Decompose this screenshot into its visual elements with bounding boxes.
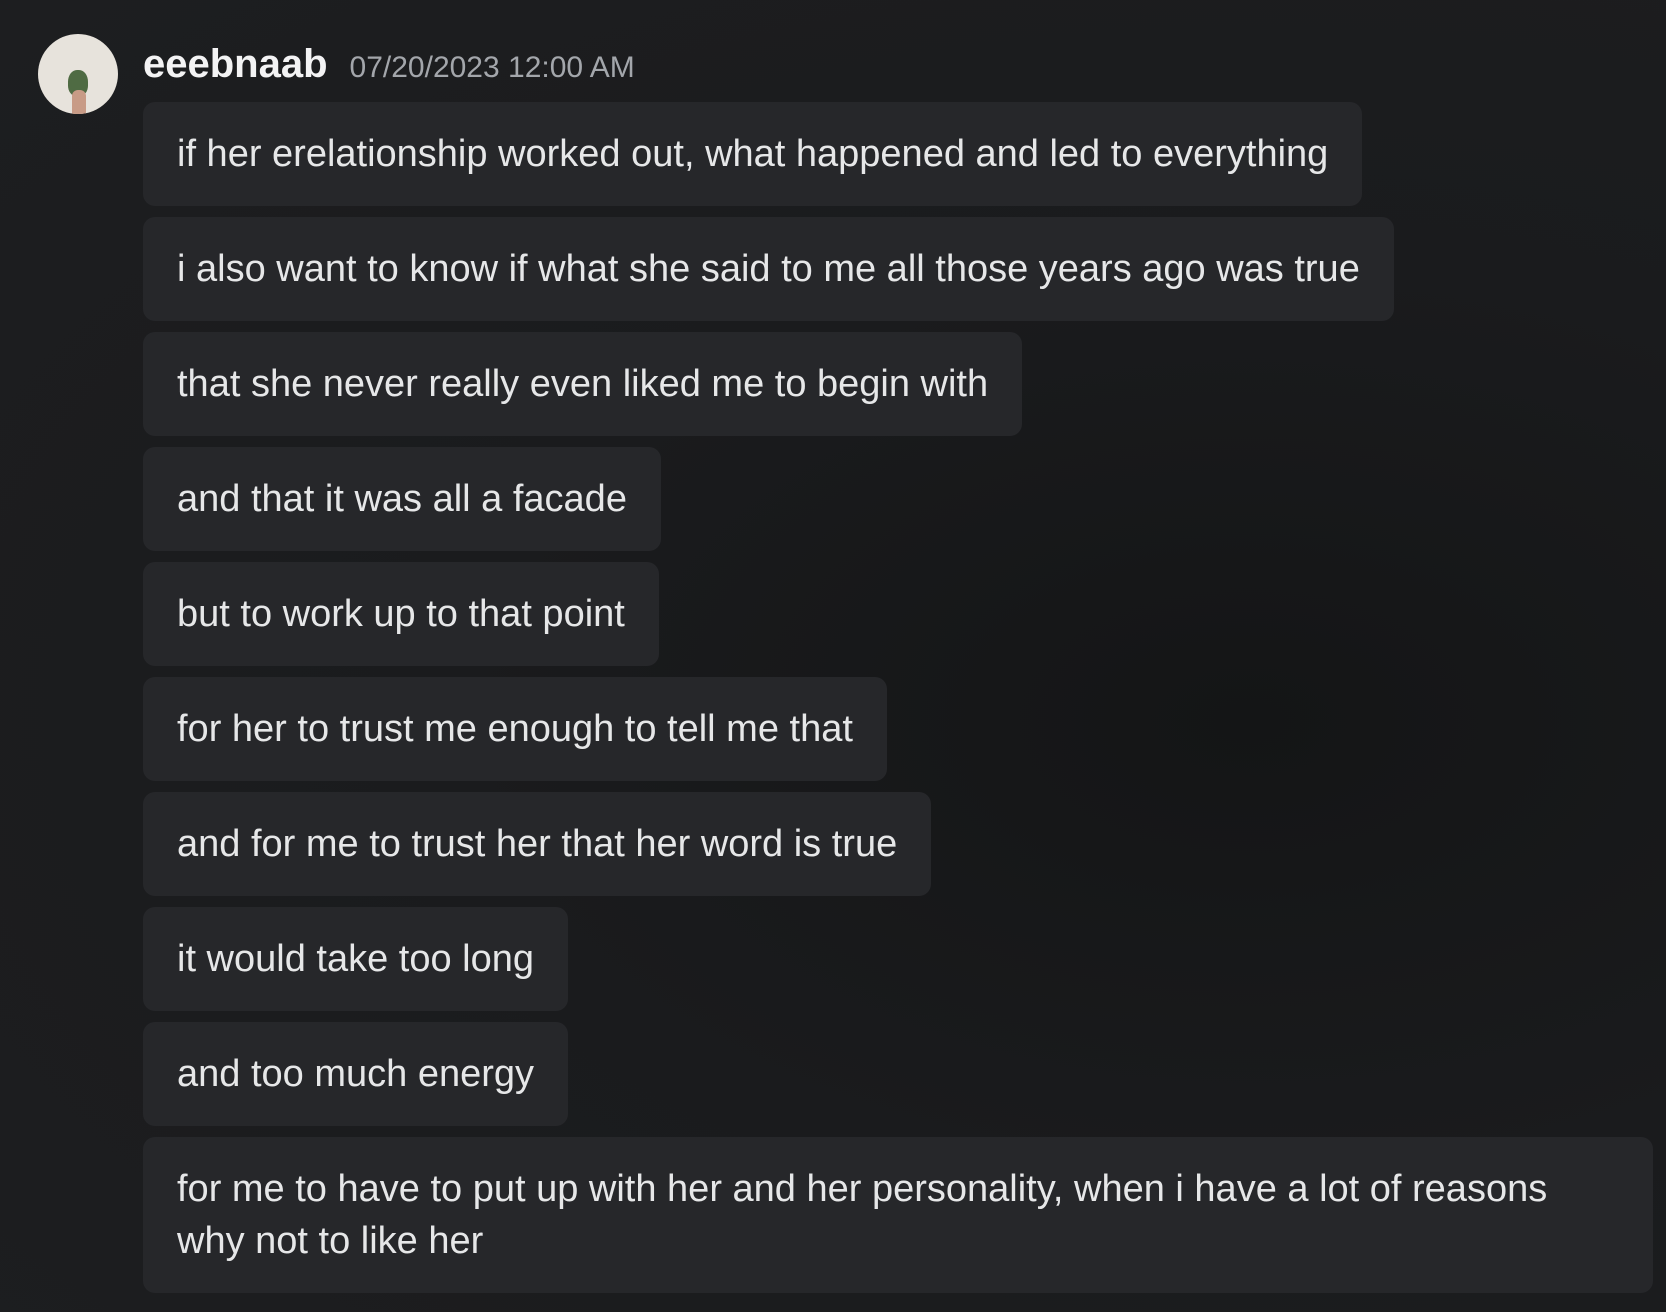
finger-icon xyxy=(72,90,86,114)
message-bubble[interactable]: that she never really even liked me to b… xyxy=(143,332,1023,436)
message-bubble[interactable]: for her to trust me enough to tell me th… xyxy=(143,677,887,781)
message-list: if her erelationship worked out, what ha… xyxy=(143,102,1653,1304)
message-bubble[interactable]: if her erelationship worked out, what ha… xyxy=(143,102,1363,206)
message-bubble[interactable]: but to work up to that point xyxy=(143,562,659,666)
message-bubble[interactable]: i also want to know if what she said to … xyxy=(143,217,1394,321)
message-bubble[interactable]: it would take too long xyxy=(143,907,569,1011)
message-bubble[interactable]: and too much energy xyxy=(143,1022,569,1126)
chat-view: eeebnaab 07/20/2023 12:00 AM if her erel… xyxy=(0,0,1666,1312)
avatar[interactable] xyxy=(38,34,118,114)
username[interactable]: eeebnaab xyxy=(143,36,328,92)
message-bubble[interactable]: for me to have to put up with her and he… xyxy=(143,1137,1653,1293)
timestamp: 07/20/2023 12:00 AM xyxy=(349,51,635,84)
message-header: eeebnaab 07/20/2023 12:00 AM xyxy=(143,36,635,92)
message-bubble[interactable]: and for me to trust her that her word is… xyxy=(143,792,932,896)
message-bubble[interactable]: and that it was all a facade xyxy=(143,447,661,551)
